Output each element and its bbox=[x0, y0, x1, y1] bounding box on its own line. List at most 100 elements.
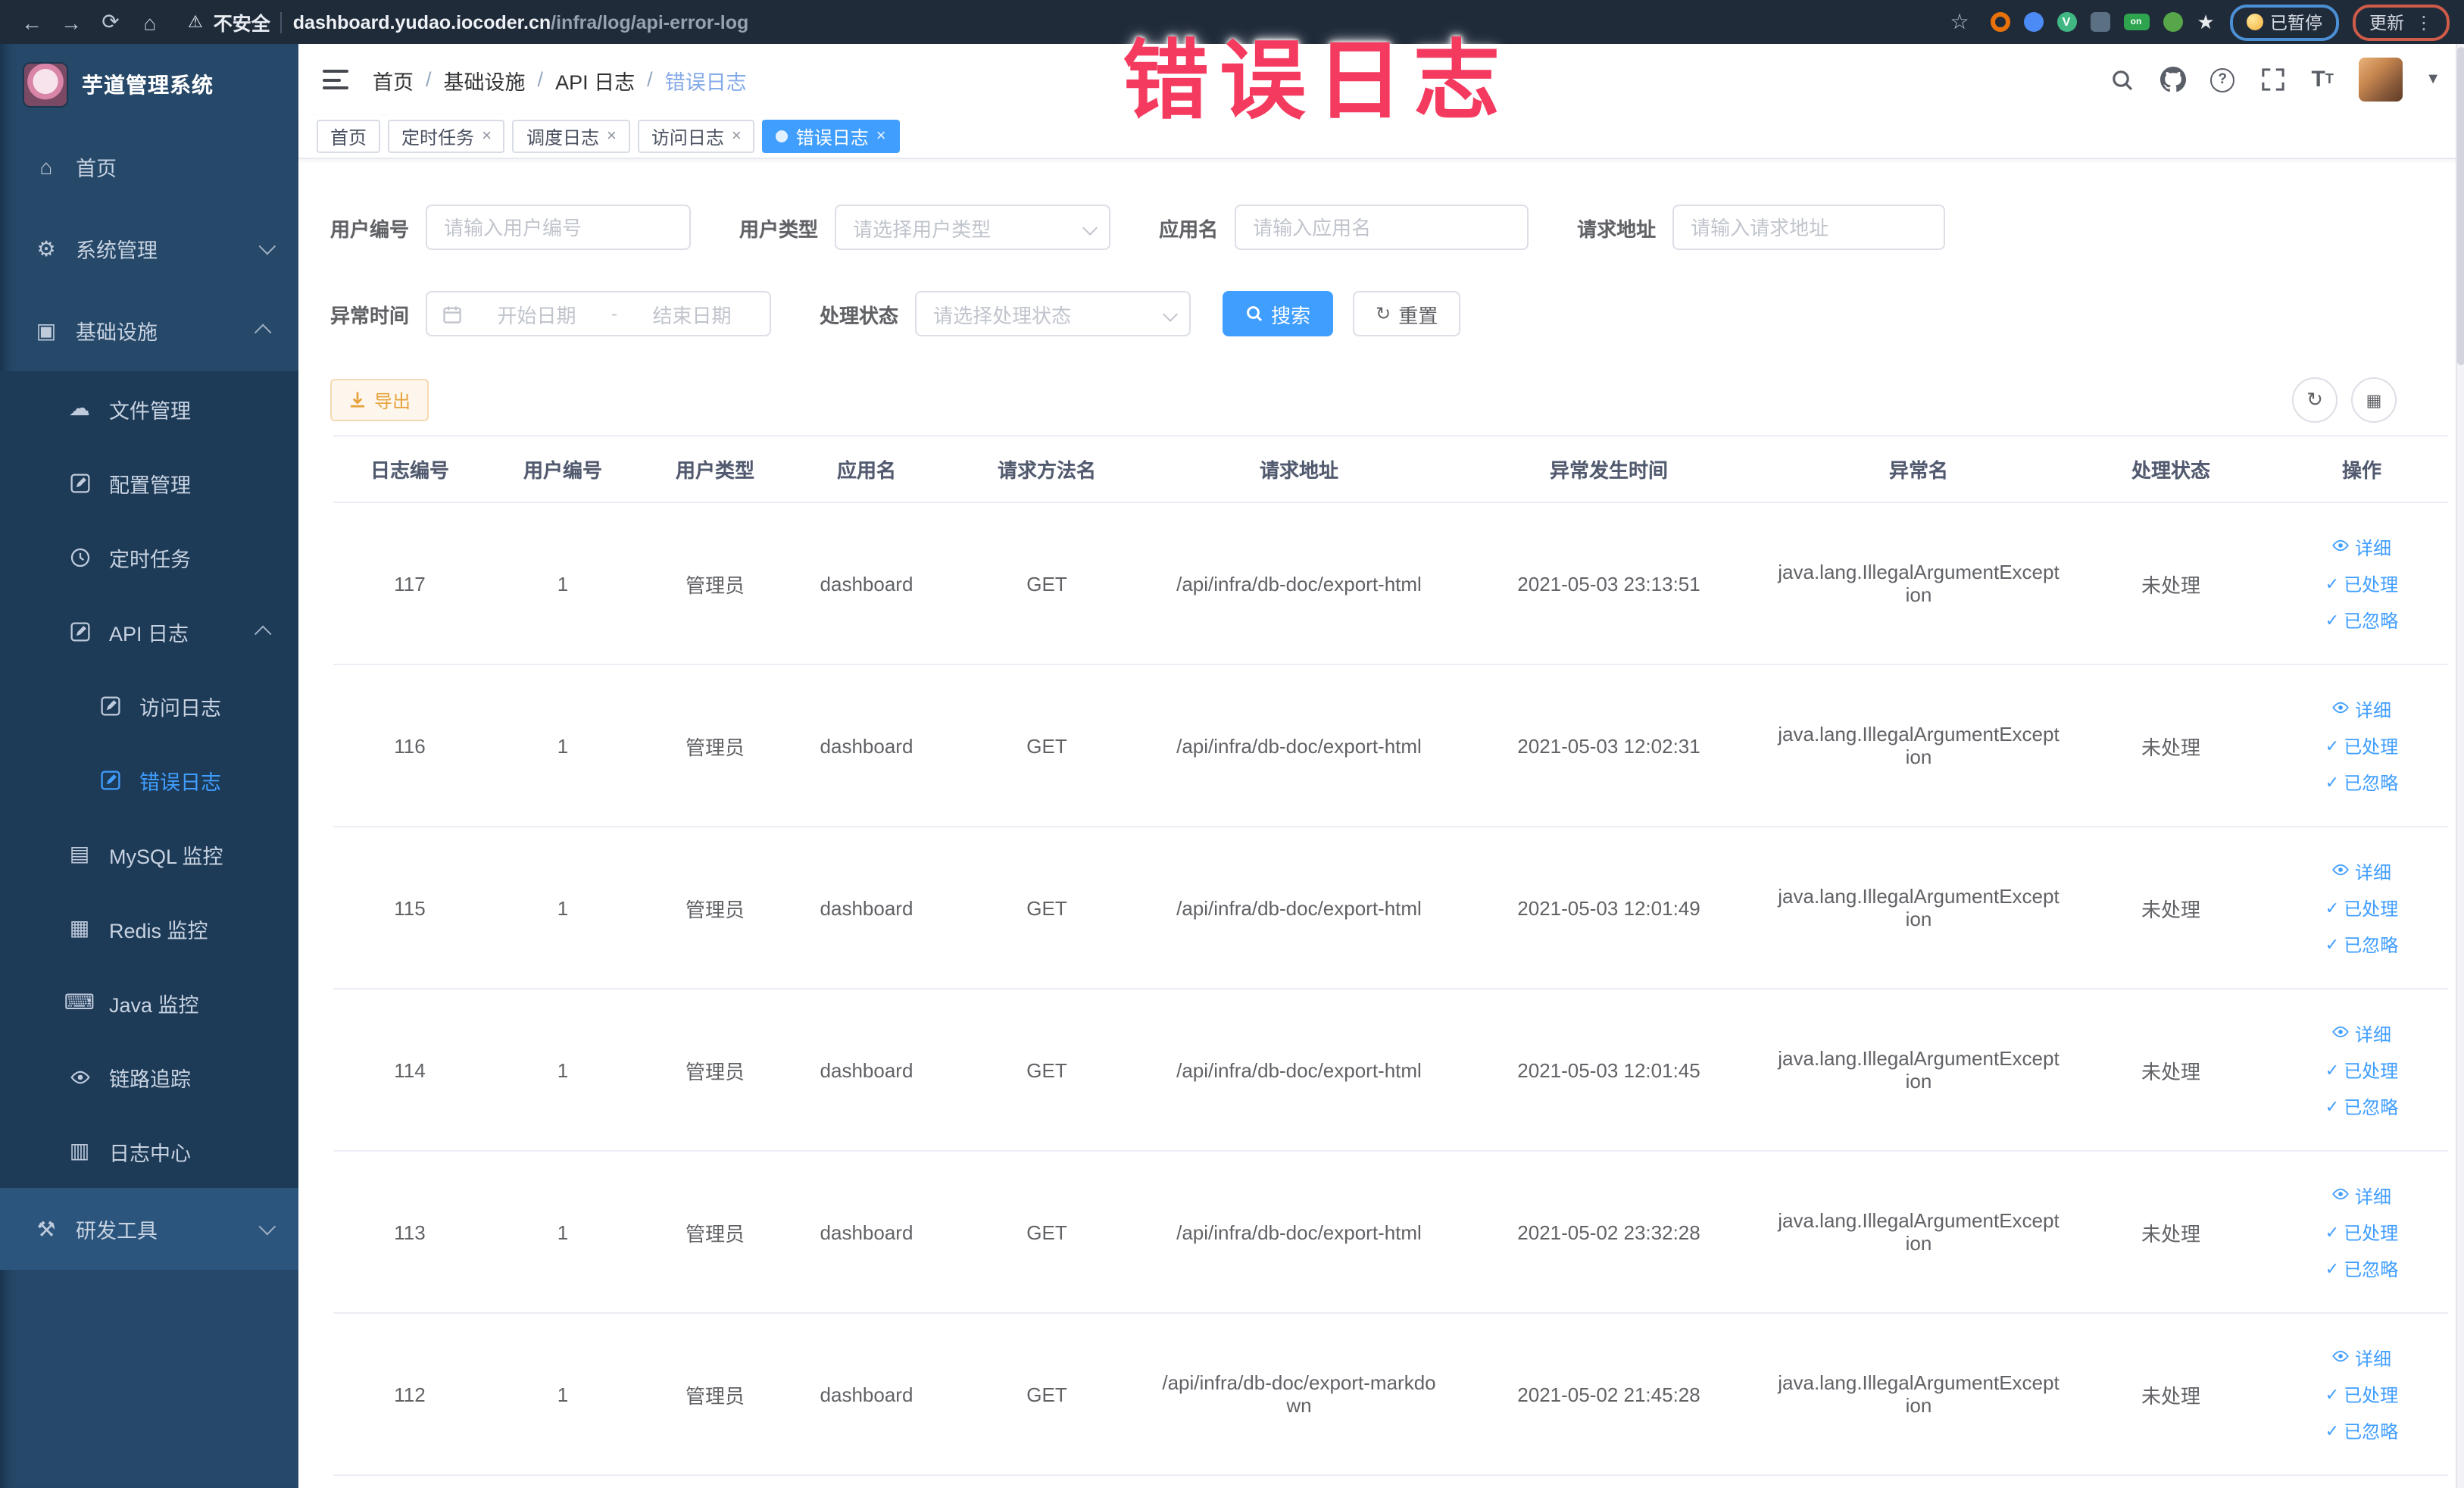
action-已忽略-link[interactable]: ✓ 已忽略 bbox=[2325, 607, 2398, 633]
action-已忽略-link[interactable]: ✓ 已忽略 bbox=[2325, 1093, 2398, 1119]
sidebar-item-错误日志[interactable]: 错误日志 bbox=[0, 742, 298, 817]
ext-orange-ring-icon[interactable] bbox=[1990, 12, 2010, 32]
tab-错误日志[interactable]: 错误日志 × bbox=[762, 120, 900, 153]
action-已处理-link[interactable]: ✓ 已处理 bbox=[2325, 571, 2398, 596]
search-button[interactable]: 搜索 bbox=[1223, 291, 1334, 336]
ext-leaf-icon[interactable] bbox=[2163, 12, 2182, 32]
browser-update-badge[interactable]: 更新 ⋮ bbox=[2353, 4, 2450, 40]
sidebar-item-文件管理[interactable]: ☁ 文件管理 bbox=[0, 371, 298, 445]
reset-button[interactable]: ↻ 重置 bbox=[1353, 291, 1461, 336]
app-name-input[interactable] bbox=[1235, 205, 1529, 250]
sidebar-item-系统管理[interactable]: ⚙ 系统管理 bbox=[0, 208, 298, 289]
paused-badge-label: 已暂停 bbox=[2270, 14, 2322, 33]
scrollbar-thumb[interactable] bbox=[2457, 47, 2464, 365]
user-menu-caret-icon[interactable]: ▼ bbox=[2425, 71, 2441, 88]
ext-blue-drop-icon[interactable] bbox=[2023, 12, 2043, 32]
forward-icon[interactable]: → bbox=[55, 10, 88, 34]
font-size-icon[interactable]: TT bbox=[2309, 66, 2336, 93]
search-icon[interactable] bbox=[2109, 66, 2136, 93]
sidebar-item-首页[interactable]: ⌂ 首页 bbox=[0, 126, 298, 208]
action-已处理-link[interactable]: ✓ 已处理 bbox=[2325, 895, 2398, 921]
sidebar-item-label: Java 监控 bbox=[109, 993, 199, 1016]
action-详细-link[interactable]: 详细 bbox=[2332, 858, 2391, 884]
action-详细-link[interactable]: 详细 bbox=[2332, 534, 2391, 560]
github-icon[interactable] bbox=[2159, 66, 2186, 93]
action-已忽略-link[interactable]: ✓ 已忽略 bbox=[2325, 1418, 2398, 1443]
breadcrumb-item[interactable]: 首页 bbox=[373, 64, 414, 95]
exception-time-range-picker[interactable]: 开始日期 - 结束日期 bbox=[426, 291, 772, 336]
sidebar-item-MySQL 监控[interactable]: ▤ MySQL 监控 bbox=[0, 817, 298, 891]
gear-icon: ⚙ bbox=[36, 236, 56, 260]
sidebar-item-配置管理[interactable]: 配置管理 bbox=[0, 445, 298, 520]
request-url-input[interactable] bbox=[1672, 205, 1946, 250]
tab-首页[interactable]: 首页 bbox=[317, 120, 381, 153]
sidebar-item-研发工具[interactable]: ⚒ 研发工具 bbox=[0, 1188, 298, 1270]
reload-icon[interactable]: ⟳ bbox=[94, 9, 127, 35]
column-header-异常发生时间: 异常发生时间 bbox=[1447, 435, 1771, 503]
cell-time: 2021-05-03 12:01:45 bbox=[1447, 989, 1771, 1152]
help-icon[interactable]: ? bbox=[2209, 66, 2236, 93]
sidebar-item-访问日志[interactable]: 访问日志 bbox=[0, 668, 298, 742]
security-warning-icon[interactable]: ⚠ bbox=[188, 12, 203, 32]
address-bar[interactable]: ⚠ 不安全 dashboard.yudao.iocoder.cn/infra/l… bbox=[188, 8, 1937, 36]
refresh-table-button[interactable]: ↻ bbox=[2292, 377, 2338, 423]
sidebar-item-Redis 监控[interactable]: ▦ Redis 监控 bbox=[0, 891, 298, 965]
breadcrumb-item[interactable]: 错误日志 bbox=[665, 64, 747, 95]
column-header-处理状态: 处理状态 bbox=[2066, 435, 2275, 503]
action-详细-link[interactable]: 详细 bbox=[2332, 1183, 2391, 1208]
action-已处理-link[interactable]: ✓ 已处理 bbox=[2325, 1219, 2398, 1245]
action-详细-link[interactable]: 详细 bbox=[2332, 1345, 2391, 1371]
tab-访问日志[interactable]: 访问日志 × bbox=[637, 120, 755, 153]
user-id-input[interactable] bbox=[426, 205, 692, 250]
breadcrumb-item[interactable]: API 日志 bbox=[555, 64, 635, 95]
app-logo[interactable]: 芋道管理系统 bbox=[0, 44, 298, 126]
action-已忽略-link[interactable]: ✓ 已忽略 bbox=[2325, 769, 2398, 795]
browser-menu-icon[interactable]: ⋮ bbox=[2415, 11, 2433, 33]
action-已处理-link[interactable]: ✓ 已处理 bbox=[2325, 1381, 2398, 1407]
window-scrollbar[interactable] bbox=[2456, 44, 2464, 1488]
action-详细-link[interactable]: 详细 bbox=[2332, 1021, 2391, 1046]
ext-switch-on-icon[interactable]: on bbox=[2123, 14, 2149, 30]
tab-close-icon[interactable]: × bbox=[482, 127, 492, 145]
sidebar-item-Java 监控[interactable]: ⌨ Java 监控 bbox=[0, 965, 298, 1039]
process-status-select[interactable]: 请选择处理状态 bbox=[915, 291, 1191, 336]
column-header-请求方法名: 请求方法名 bbox=[942, 435, 1151, 503]
breadcrumb-item[interactable]: 基础设施 bbox=[444, 64, 526, 95]
back-icon[interactable]: ← bbox=[15, 10, 48, 34]
tab-close-icon[interactable]: × bbox=[876, 127, 886, 145]
tab-close-icon[interactable]: × bbox=[607, 127, 617, 145]
action-已处理-link[interactable]: ✓ 已处理 bbox=[2325, 1057, 2398, 1083]
filter-form: 用户编号 用户类型 请选择用户类型 应用名 请求地址 异常时间 bbox=[330, 205, 2464, 336]
action-详细-link[interactable]: 详细 bbox=[2332, 696, 2391, 722]
sidebar-item-链路追踪[interactable]: 链路追踪 bbox=[0, 1039, 298, 1114]
tab-定时任务[interactable]: 定时任务 × bbox=[388, 120, 505, 153]
browser-chrome: ← → ⟳ ⌂ ⚠ 不安全 dashboard.yudao.iocoder.cn… bbox=[0, 0, 2464, 44]
column-settings-button[interactable]: ▦ bbox=[2351, 377, 2397, 423]
ext-puzzle-icon[interactable]: ★ bbox=[2196, 10, 2216, 33]
tab-close-icon[interactable]: × bbox=[732, 127, 742, 145]
action-已处理-link[interactable]: ✓ 已处理 bbox=[2325, 733, 2398, 758]
ext-grid-icon[interactable] bbox=[2090, 12, 2110, 32]
user-avatar[interactable] bbox=[2359, 58, 2403, 102]
sidebar-item-日志中心[interactable]: ▥ 日志中心 bbox=[0, 1114, 298, 1188]
user-type-select[interactable]: 请选择用户类型 bbox=[835, 205, 1111, 250]
ext-vue-devtools-icon[interactable]: V bbox=[2056, 12, 2076, 32]
paused-extension-badge[interactable]: 已暂停 bbox=[2229, 4, 2339, 40]
export-button[interactable]: 导出 bbox=[330, 379, 429, 421]
fullscreen-icon[interactable] bbox=[2259, 66, 2286, 93]
collapse-menu-icon[interactable] bbox=[323, 70, 348, 89]
sidebar-item-label: 访问日志 bbox=[139, 696, 221, 719]
sidebar-item-API 日志[interactable]: API 日志 bbox=[0, 594, 298, 668]
tab-调度日志[interactable]: 调度日志 × bbox=[512, 120, 630, 153]
action-已忽略-link[interactable]: ✓ 已忽略 bbox=[2325, 1255, 2398, 1281]
action-已忽略-link[interactable]: ✓ 已忽略 bbox=[2325, 931, 2398, 957]
cell-time: 2021-05-03 12:02:31 bbox=[1447, 664, 1771, 827]
browser-home-icon[interactable]: ⌂ bbox=[133, 10, 167, 34]
app-title: 芋道管理系统 bbox=[82, 73, 214, 97]
user-id-label: 用户编号 bbox=[330, 217, 410, 240]
sidebar-item-定时任务[interactable]: 定时任务 bbox=[0, 520, 298, 594]
logo-image bbox=[24, 64, 67, 106]
sidebar-item-基础设施[interactable]: ▣ 基础设施 bbox=[0, 289, 298, 371]
bookmark-star-icon[interactable]: ☆ bbox=[1943, 9, 1976, 35]
layers-icon: ▦ bbox=[69, 915, 90, 939]
